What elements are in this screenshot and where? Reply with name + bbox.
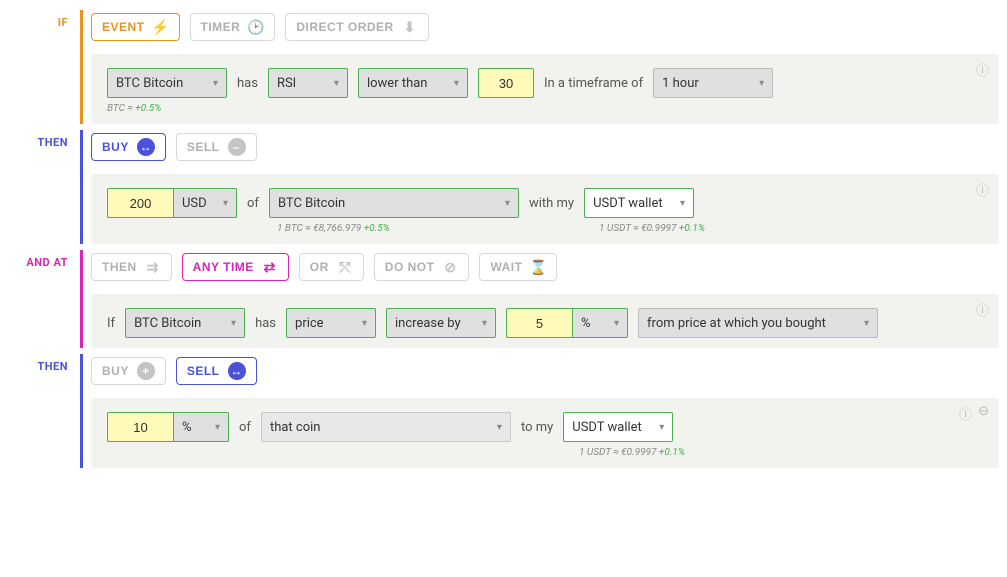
tab-sell[interactable]: SELL ↔ — [176, 357, 257, 385]
threshold-input[interactable] — [478, 68, 534, 98]
info-icon[interactable]: ⓘ — [959, 404, 972, 423]
info-icon[interactable]: ⓘ — [976, 60, 989, 79]
tomy-text: to my — [521, 420, 553, 435]
tab-donot-label: DO NOT — [385, 260, 435, 274]
tab-anytime-label: ANY TIME — [193, 260, 254, 274]
chevron-down-icon: ▾ — [482, 318, 487, 329]
chevron-down-icon: ▾ — [680, 198, 685, 209]
tab-then[interactable]: THEN ⇉ — [91, 253, 172, 281]
currency-select[interactable]: USD▾ — [173, 188, 237, 218]
swap-icon: ⇄ — [262, 259, 278, 275]
chevron-down-icon: ▾ — [334, 78, 339, 89]
info-icon[interactable]: ⓘ — [976, 300, 989, 319]
tab-timer[interactable]: TIMER 🕑 — [190, 13, 276, 41]
chevron-down-icon: ▾ — [454, 78, 459, 89]
tab-direct-order[interactable]: DIRECT ORDER ⬇ — [285, 13, 428, 41]
tab-buy[interactable]: BUY ↔ — [91, 133, 166, 161]
hourglass-icon: ⌛ — [530, 259, 546, 275]
ban-icon: ⊘ — [442, 259, 458, 275]
chevron-down-icon: ▾ — [759, 78, 764, 89]
chevron-down-icon: ▾ — [223, 198, 228, 209]
minus-icon: – — [228, 138, 246, 156]
reference-select[interactable]: from price at which you bought▾ — [638, 308, 878, 338]
section-label-then: THEN — [0, 354, 80, 468]
arrow-right-icon: ↔ — [137, 138, 155, 156]
indicator-select[interactable]: RSI▾ — [268, 68, 348, 98]
change-value-input[interactable] — [506, 308, 572, 338]
wallet-price-subtext: 1 USDT ≈ €0.9997 +0.1% — [599, 223, 705, 234]
amount-combo: %▾ — [107, 412, 229, 442]
chevron-down-icon: ▾ — [614, 318, 619, 329]
arrow-right-icon: ↔ — [228, 362, 246, 380]
tab-timer-label: TIMER — [201, 20, 241, 34]
tab-event-label: EVENT — [102, 20, 145, 34]
tab-buy[interactable]: BUY + — [91, 357, 166, 385]
tab-direct-label: DIRECT ORDER — [296, 20, 393, 34]
andat-panel: ⓘ If BTC Bitcoin▾ has price▾ increase by… — [91, 294, 999, 348]
tab-or[interactable]: OR ⤲ — [299, 253, 364, 281]
buy-coin-select[interactable]: BTC Bitcoin▾ — [269, 188, 519, 218]
if-text: If — [107, 316, 115, 331]
then-panel: ⓘ USD▾ of BTC Bitcoin▾ with my USDT wall… — [91, 174, 999, 244]
coin-price-subtext: 1 BTC ≈ €8,766.979 +0.5% — [277, 223, 527, 234]
amount-combo: USD▾ — [107, 188, 237, 218]
tab-then-label: THEN — [102, 260, 137, 274]
tab-sell-label: SELL — [187, 364, 220, 378]
wallet-select[interactable]: USDT wallet▾ — [584, 188, 694, 218]
section-label-then: THEN — [0, 130, 80, 244]
unit-select[interactable]: %▾ — [173, 412, 229, 442]
change-value-combo: %▾ — [506, 308, 628, 338]
timeframe-select[interactable]: 1 hour▾ — [653, 68, 773, 98]
metric-select[interactable]: price▾ — [286, 308, 376, 338]
chevron-down-icon: ▾ — [215, 422, 220, 433]
plus-icon: + — [137, 362, 155, 380]
comparator-select[interactable]: lower than▾ — [358, 68, 468, 98]
minus-circle-icon[interactable]: ⊖ — [978, 404, 989, 423]
chevron-down-icon: ▾ — [497, 422, 502, 433]
section-label-if: IF — [0, 10, 80, 124]
has-text: has — [237, 76, 258, 91]
tab-event[interactable]: EVENT ⚡ — [91, 13, 180, 41]
unit-select[interactable]: %▾ — [572, 308, 628, 338]
chevron-down-icon: ▾ — [864, 318, 869, 329]
chevron-down-icon: ▾ — [231, 318, 236, 329]
clock-icon: 🕑 — [248, 19, 264, 35]
amount-input[interactable] — [107, 188, 173, 218]
tab-or-label: OR — [310, 260, 329, 274]
has-text: has — [255, 316, 276, 331]
of-text: of — [247, 196, 259, 211]
withmy-text: with my — [529, 196, 574, 211]
coin-select[interactable]: BTC Bitcoin▾ — [107, 68, 227, 98]
timeframe-label: In a timeframe of — [544, 76, 643, 91]
section-label-andat: AND AT — [0, 250, 80, 348]
branch-icon: ⤲ — [337, 259, 353, 275]
amount-input[interactable] — [107, 412, 173, 442]
chevron-down-icon: ▾ — [659, 422, 664, 433]
if-panel: ⓘ BTC Bitcoin▾ has RSI▾ lower than▾ In a… — [91, 54, 999, 124]
tab-donot[interactable]: DO NOT ⊘ — [374, 253, 470, 281]
tab-buy-label: BUY — [102, 364, 129, 378]
tab-buy-label: BUY — [102, 140, 129, 154]
bolt-icon: ⚡ — [153, 19, 169, 35]
tab-sell-label: SELL — [187, 140, 220, 154]
tab-wait-label: WAIT — [490, 260, 522, 274]
change-select[interactable]: increase by▾ — [386, 308, 496, 338]
tab-wait[interactable]: WAIT ⌛ — [479, 253, 557, 281]
coin-subtext: BTC ≈ +0.5% — [107, 103, 983, 114]
info-icon[interactable]: ⓘ — [976, 180, 989, 199]
then2-panel: ⓘ ⊖ %▾ of that coin▾ to my USDT wallet▾ — [91, 398, 999, 468]
tab-anytime[interactable]: ANY TIME ⇄ — [182, 253, 289, 281]
tab-sell[interactable]: SELL – — [176, 133, 257, 161]
of-text: of — [239, 420, 251, 435]
target-select[interactable]: that coin▾ — [261, 412, 511, 442]
wallet-price-subtext: 1 USDT ≈ €0.9997 +0.1% — [579, 447, 685, 458]
download-icon: ⬇ — [402, 19, 418, 35]
chevron-down-icon: ▾ — [213, 78, 218, 89]
wallet-select[interactable]: USDT wallet▾ — [563, 412, 673, 442]
chevron-down-icon: ▾ — [505, 198, 510, 209]
coin-select[interactable]: BTC Bitcoin▾ — [125, 308, 245, 338]
arrows-right-icon: ⇉ — [145, 259, 161, 275]
chevron-down-icon: ▾ — [362, 318, 367, 329]
